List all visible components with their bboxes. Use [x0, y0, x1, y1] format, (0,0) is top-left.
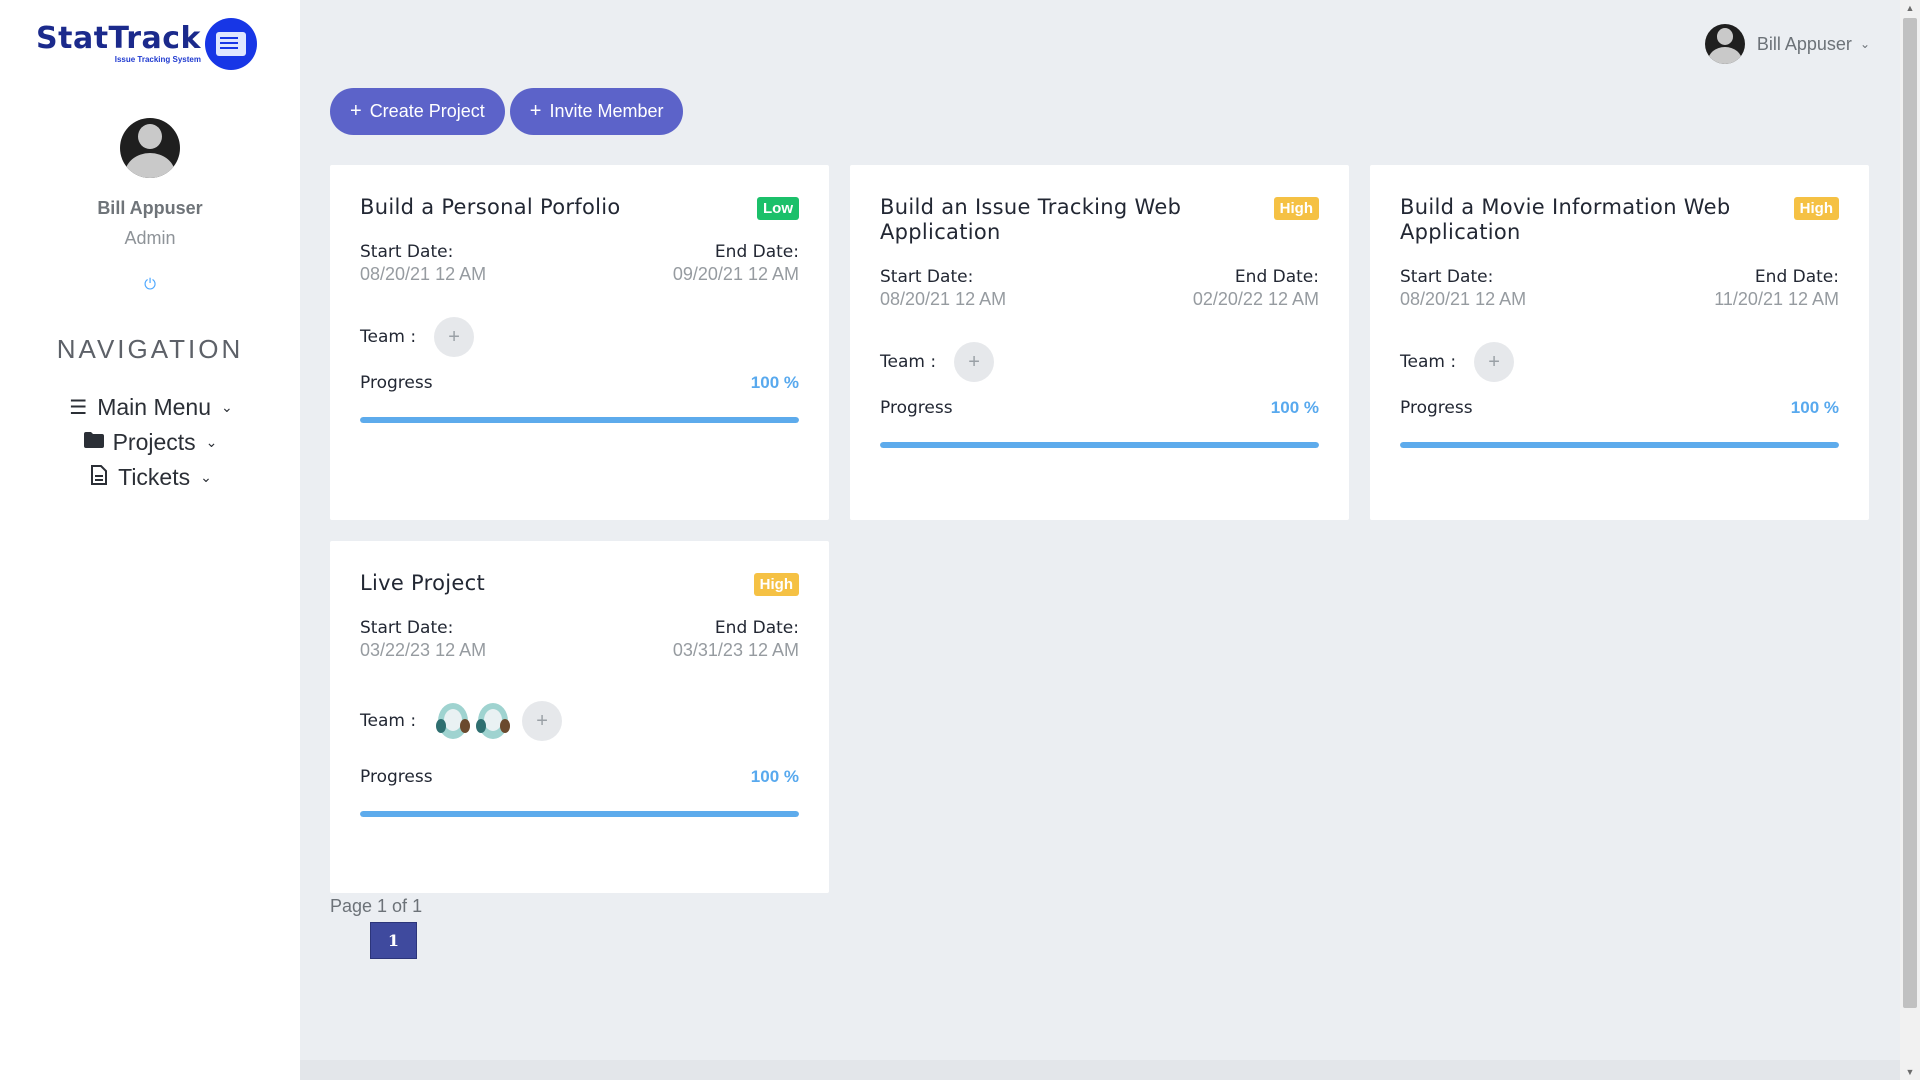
nav-item-label: Tickets [118, 464, 191, 490]
progress-bar [360, 417, 799, 423]
priority-badge: Low [757, 197, 799, 220]
team-member-avatar[interactable] [474, 699, 512, 743]
end-date-value: 02/20/22 12 AM [1192, 289, 1319, 309]
navigation-heading: NAVIGATION [56, 334, 244, 364]
team-label: Team : [1400, 352, 1457, 372]
sidebar-user-name: Bill Appuser [97, 198, 203, 218]
start-date-label: Start Date: [360, 618, 454, 638]
menu-icon: ☰ [69, 397, 88, 419]
chevron-down-icon: ⌄ [205, 434, 218, 450]
action-bar: + Create Project + Invite Member [330, 88, 684, 135]
sidebar: StatTrack Issue Tracking System Bill App… [0, 0, 300, 1080]
folder-icon [83, 431, 105, 454]
invite-member-button[interactable]: + Invite Member [509, 88, 684, 135]
scroll-down-arrow-icon[interactable]: ▼ [1900, 1064, 1920, 1080]
logo-subtitle: Issue Tracking System [114, 55, 201, 64]
progress-label: Progress [360, 767, 433, 787]
start-date-label: Start Date: [1400, 267, 1494, 287]
plus-icon: + [529, 100, 542, 122]
nav-item-projects[interactable]: Projects ⌄ [0, 425, 300, 460]
progress-bar [880, 442, 1319, 448]
end-date-label: End Date: [714, 242, 799, 262]
user-menu[interactable]: Bill Appuser ⌄ [1704, 24, 1870, 64]
nav-item-main-menu[interactable]: ☰ Main Menu ⌄ [0, 390, 300, 425]
project-card: Build a Personal Porfolio Low Start Date… [330, 165, 829, 520]
project-card: Build an Issue Tracking Web Application … [850, 165, 1349, 520]
project-card: Live Project High Start Date: 03/22/23 1… [330, 541, 829, 893]
end-date-value: 11/20/21 12 AM [1714, 289, 1839, 309]
priority-badge: High [753, 573, 799, 596]
priority-badge: High [1793, 197, 1839, 220]
document-icon [88, 464, 110, 491]
logout-power-icon[interactable]: ⏻ [0, 276, 300, 293]
progress-value: 100 % [1790, 398, 1839, 417]
team-member-avatar[interactable] [434, 699, 472, 743]
stattrack-logo[interactable]: StatTrack Issue Tracking System [36, 18, 257, 70]
project-title[interactable]: Live Project [360, 571, 485, 596]
progress-fill [880, 442, 1319, 448]
scroll-thumb[interactable] [1903, 18, 1917, 1008]
project-title[interactable]: Build a Personal Porfolio [360, 195, 621, 220]
sidebar-avatar [120, 118, 180, 178]
footer [300, 1060, 1900, 1080]
start-date-value: 08/20/21 12 AM [880, 289, 1007, 309]
vertical-scrollbar[interactable]: ▲ ▼ [1900, 0, 1920, 1080]
create-project-label: Create Project [369, 101, 485, 121]
progress-value: 100 % [750, 373, 799, 392]
start-date-value: 08/20/21 12 AM [360, 264, 487, 284]
chevron-down-icon: ⌄ [221, 399, 233, 415]
scroll-up-arrow-icon[interactable]: ▲ [1900, 0, 1920, 16]
progress-fill [1400, 442, 1839, 448]
progress-label: Progress [1400, 398, 1473, 418]
pagination-summary: Page 1 of 1 [330, 896, 423, 916]
start-date-value: 08/20/21 12 AM [1400, 289, 1527, 309]
progress-value: 100 % [1270, 398, 1319, 417]
nav-item-label: Projects [112, 429, 196, 455]
invite-member-label: Invite Member [549, 101, 664, 121]
logo-monitor-icon [204, 18, 257, 70]
end-date-value: 09/20/21 12 AM [672, 264, 799, 284]
add-member-button[interactable]: + [522, 701, 563, 741]
progress-label: Progress [880, 398, 953, 418]
add-member-button[interactable]: + [1474, 342, 1515, 382]
chevron-down-icon: ⌄ [1859, 37, 1870, 51]
end-date-value: 03/31/23 12 AM [672, 640, 799, 660]
progress-bar [360, 811, 799, 817]
start-date-value: 03/22/23 12 AM [360, 640, 487, 660]
project-title[interactable]: Build a Movie Information Web Applicatio… [1400, 195, 1760, 245]
progress-label: Progress [360, 373, 433, 393]
add-member-button[interactable]: + [434, 317, 475, 357]
progress-bar [1400, 442, 1839, 448]
project-card: Build a Movie Information Web Applicatio… [1370, 165, 1869, 520]
end-date-label: End Date: [1234, 267, 1319, 287]
team-label: Team : [360, 711, 417, 731]
start-date-label: Start Date: [880, 267, 974, 287]
end-date-label: End Date: [714, 618, 799, 638]
logo-name: StatTrack [36, 21, 201, 56]
chevron-down-icon: ⌄ [200, 469, 212, 485]
nav-item-label: Main Menu [97, 394, 212, 420]
navigation-menu: ☰ Main Menu ⌄ Projects ⌄ Tickets ⌄ [0, 390, 300, 495]
progress-value: 100 % [750, 767, 799, 786]
page-1-button[interactable]: 1 [370, 922, 417, 959]
team-label: Team : [880, 352, 937, 372]
priority-badge: High [1273, 197, 1319, 220]
nav-item-tickets[interactable]: Tickets ⌄ [0, 460, 300, 495]
project-title[interactable]: Build an Issue Tracking Web Application [880, 195, 1240, 245]
progress-fill [360, 417, 799, 423]
start-date-label: Start Date: [360, 242, 454, 262]
avatar [1704, 24, 1745, 64]
header-user-name: Bill Appuser [1756, 33, 1852, 54]
end-date-label: End Date: [1754, 267, 1839, 287]
progress-fill [360, 811, 799, 817]
add-member-button[interactable]: + [954, 342, 995, 382]
plus-icon: + [350, 100, 362, 122]
sidebar-user-role: Admin [124, 228, 176, 248]
create-project-button[interactable]: + Create Project [330, 88, 505, 135]
team-label: Team : [360, 327, 417, 347]
